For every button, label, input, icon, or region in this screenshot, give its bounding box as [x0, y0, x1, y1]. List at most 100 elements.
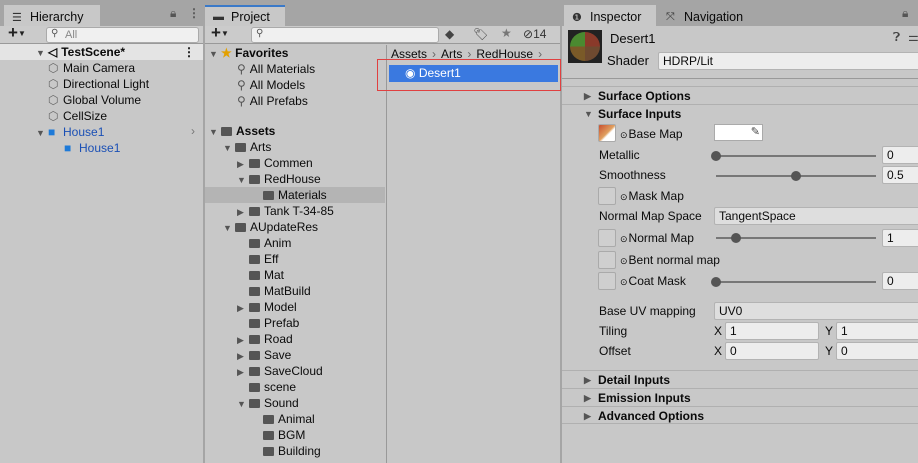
favorite-item[interactable]: ⚲ All Materials	[237, 61, 315, 77]
section-detail-inputs[interactable]: ▶ Detail Inputs	[562, 370, 918, 388]
favorite-star-icon[interactable]: ★	[501, 26, 512, 40]
more-icon[interactable]: ⋮	[183, 44, 195, 60]
lock-icon[interactable]: 🔒︎	[902, 6, 908, 21]
folder-item[interactable]: MatBuild	[205, 283, 385, 299]
base-map-texture-slot[interactable]	[598, 124, 616, 142]
folder-item[interactable]: Mat	[205, 267, 385, 283]
picker-icon: ⊙	[620, 234, 628, 244]
smoothness-slider[interactable]	[716, 171, 876, 181]
collapsed-arrow-icon[interactable]: ▶	[237, 300, 249, 316]
slider-knob[interactable]	[731, 233, 741, 243]
folder-item[interactable]: ▶ Model	[205, 299, 385, 315]
section-surface-inputs[interactable]: ▼ Surface Inputs	[562, 104, 918, 122]
base-uv-dropdown[interactable]: UV0	[714, 302, 918, 320]
filter-by-label-icon[interactable]: 🏷︎	[473, 27, 488, 41]
create-button[interactable]: +▼	[211, 23, 229, 43]
folder-item[interactable]: ▶ SaveCloud	[205, 363, 385, 379]
expand-arrow-icon[interactable]: ▼	[36, 125, 48, 141]
hierarchy-item[interactable]: ⬡ Directional Light	[48, 76, 149, 92]
normal-map-field[interactable]: 1	[882, 229, 918, 247]
collapsed-arrow-icon[interactable]: ▶	[237, 348, 249, 364]
hierarchy-item[interactable]: ⬡ CellSize	[48, 108, 107, 124]
mask-map-texture-slot[interactable]	[598, 187, 616, 205]
folder-item[interactable]: ▶ Save	[205, 347, 385, 363]
collapsed-arrow-icon[interactable]: ▶	[237, 364, 249, 380]
tab-inspector[interactable]: ❶ Inspector	[564, 5, 656, 26]
expanded-arrow-icon[interactable]: ▼	[223, 220, 235, 236]
more-icon[interactable]: ⋮	[188, 6, 200, 20]
expanded-arrow-icon[interactable]: ▼	[223, 140, 235, 156]
smoothness-field[interactable]: 0.5	[882, 166, 918, 184]
offset-x-field[interactable]: 0	[725, 342, 819, 360]
search-placeholder: All	[65, 29, 78, 41]
item-label: Save	[264, 348, 292, 362]
metallic-slider[interactable]	[711, 151, 876, 161]
folder-item[interactable]: ▼ RedHouse	[205, 171, 385, 187]
expand-arrow-icon[interactable]: ▼	[36, 45, 48, 61]
slider-knob[interactable]	[711, 277, 721, 287]
metallic-field[interactable]: 0	[882, 146, 918, 164]
section-advanced-options[interactable]: ▶ Advanced Options	[562, 406, 918, 424]
folder-item[interactable]: Animal	[205, 411, 385, 427]
folder-item[interactable]: ▼ Assets	[205, 123, 385, 139]
normal-map-slider[interactable]	[716, 233, 876, 243]
folder-item[interactable]: Eff	[205, 251, 385, 267]
folder-item[interactable]: ▼ AUpdateRes	[205, 219, 385, 235]
create-button[interactable]: +▼	[8, 23, 26, 43]
base-map-color-field[interactable]: ✎	[714, 124, 763, 141]
expanded-arrow-icon[interactable]: ▼	[237, 396, 249, 412]
folder-item[interactable]: ▶ Road	[205, 331, 385, 347]
hidden-packages-button[interactable]: ⊘14	[523, 27, 546, 41]
offset-y-field[interactable]: 0	[836, 342, 918, 360]
coat-mask-slider[interactable]	[711, 277, 876, 287]
normal-map-texture-slot[interactable]	[598, 229, 616, 247]
tiling-y-field[interactable]: 1	[836, 322, 918, 340]
section-emission-inputs[interactable]: ▶ Emission Inputs	[562, 388, 918, 406]
folder-item[interactable]: ▶ Commen	[205, 155, 385, 171]
project-tree: ▼ ★ Favorites ⚲ All Materials ⚲ All Models ⚲ A…	[205, 45, 385, 463]
tiling-x-field[interactable]: 1	[725, 322, 819, 340]
expand-arrow-icon[interactable]: ▼	[209, 46, 221, 62]
coat-mask-field[interactable]: 0	[882, 272, 918, 290]
tab-navigation[interactable]: ⤧ Navigation	[658, 5, 758, 26]
section-surface-options[interactable]: ▶ Surface Options	[562, 86, 918, 104]
settings-icon[interactable]: ⚌	[908, 30, 918, 44]
scene-row[interactable]: ▼ ◁ TestScene* ⋮	[0, 44, 203, 60]
hierarchy-search-input[interactable]: ⚲ All	[46, 27, 199, 43]
hierarchy-item[interactable]: ⬡ Main Camera	[48, 60, 135, 76]
eyedropper-icon[interactable]: ✎	[751, 125, 760, 138]
filter-by-type-icon[interactable]: ◆	[445, 27, 454, 41]
collapsed-arrow-icon[interactable]: ▶	[237, 332, 249, 348]
shader-dropdown[interactable]: HDRP/Lit	[658, 52, 918, 70]
folder-item[interactable]: scene	[205, 379, 385, 395]
bent-normal-texture-slot[interactable]	[598, 251, 616, 269]
hierarchy-item[interactable]: ■ House1	[64, 140, 120, 156]
open-prefab-arrow-icon[interactable]: ›	[191, 124, 195, 138]
normal-map-space-dropdown[interactable]: TangentSpace	[714, 207, 918, 225]
coat-mask-texture-slot[interactable]	[598, 272, 616, 290]
folder-item[interactable]: ▶ Tank T-34-85	[205, 203, 385, 219]
collapsed-arrow-icon[interactable]: ▶	[237, 204, 249, 220]
hierarchy-item[interactable]: ⬡ Global Volume	[48, 92, 141, 108]
folder-item[interactable]: Prefab	[205, 315, 385, 331]
slider-knob[interactable]	[711, 151, 721, 161]
item-label: Anim	[264, 236, 292, 250]
folder-item[interactable]: Building	[205, 443, 385, 459]
folder-item[interactable]: Materials	[205, 187, 385, 203]
folder-item[interactable]: ▼ Arts	[205, 139, 385, 155]
hierarchy-item[interactable]: ▼ ■ House1	[36, 124, 104, 140]
folder-item[interactable]: BGM	[205, 427, 385, 443]
collapsed-arrow-icon[interactable]: ▶	[237, 156, 249, 172]
folder-item[interactable]: Anim	[205, 235, 385, 251]
folder-item[interactable]: ▼ Sound	[205, 395, 385, 411]
help-icon[interactable]: ❓︎	[893, 30, 900, 45]
favorite-item[interactable]: ⚲ All Models	[237, 77, 305, 93]
lock-icon[interactable]: 🔒︎	[170, 6, 176, 21]
slider-knob[interactable]	[791, 171, 801, 181]
expanded-arrow-icon[interactable]: ▼	[209, 124, 221, 140]
expanded-arrow-icon[interactable]: ▼	[237, 172, 249, 188]
project-search-input[interactable]: ⚲	[251, 27, 439, 43]
favorite-item[interactable]: ⚲ All Prefabs	[237, 93, 308, 109]
gameobject-icon: ⬡	[48, 93, 59, 107]
favorites-header[interactable]: ▼ ★ Favorites	[209, 45, 288, 61]
